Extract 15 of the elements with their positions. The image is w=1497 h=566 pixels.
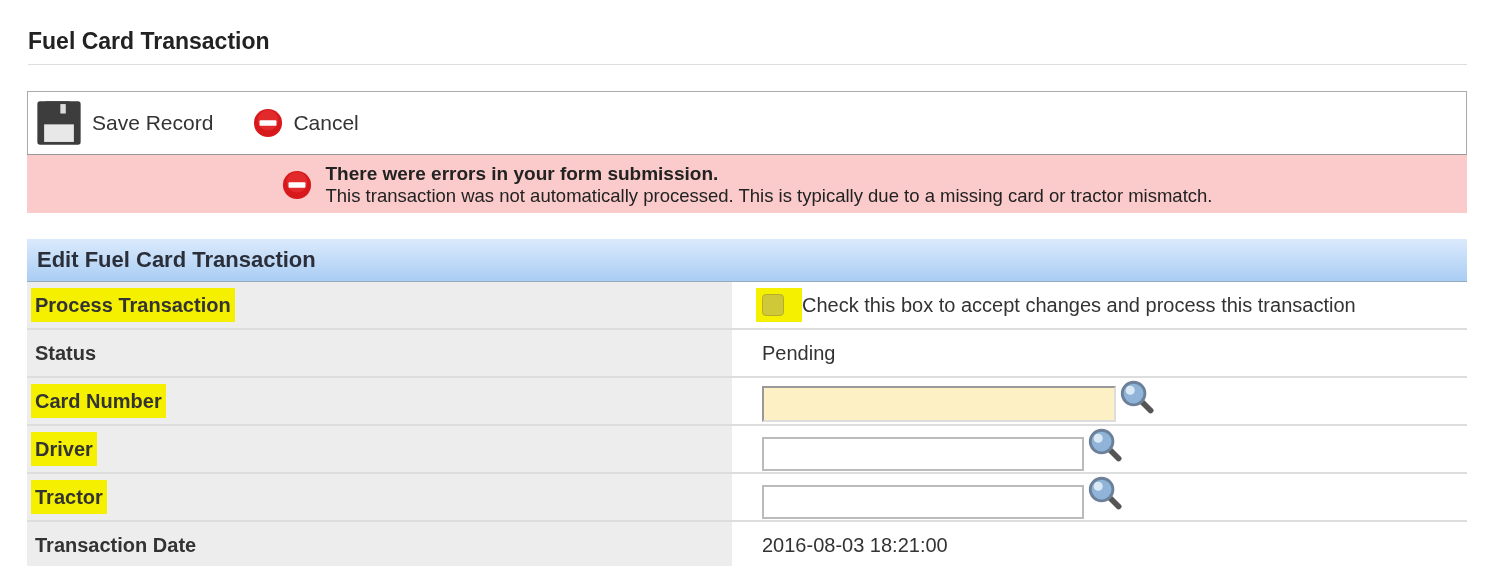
section-header: Edit Fuel Card Transaction bbox=[27, 239, 1467, 282]
field-label: Transaction Date bbox=[34, 533, 198, 558]
field-label: Status bbox=[34, 341, 98, 366]
field-label: Driver bbox=[31, 432, 97, 466]
field-value: Pending bbox=[762, 341, 836, 365]
checkbox-label: Check this box to accept changes and process this transaction bbox=[802, 293, 1356, 317]
error-message: This transaction was not automatically processed. This is typically due to a missing card or tractor mismatch. bbox=[325, 185, 1213, 207]
field-label: Process Transaction bbox=[31, 288, 235, 322]
cancel-button[interactable]: Cancel bbox=[253, 108, 359, 138]
field-value: 2016-08-03 18:21:00 bbox=[762, 533, 948, 557]
error-heading: There were errors in your form submission. bbox=[325, 163, 720, 185]
field-label: Card Number bbox=[31, 384, 166, 418]
save-button[interactable]: Save Record bbox=[36, 99, 214, 147]
page-title: Fuel Card Transaction bbox=[28, 24, 1467, 65]
field-label: Tractor bbox=[31, 480, 107, 514]
